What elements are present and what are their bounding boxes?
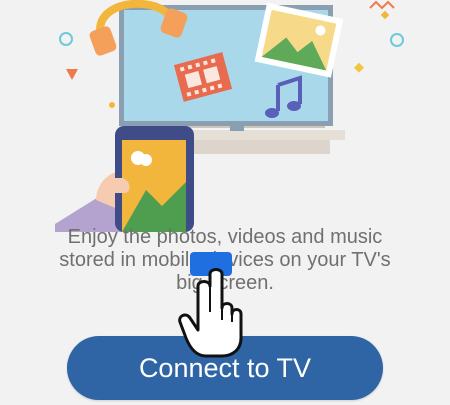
tv-cabinet bbox=[190, 140, 330, 154]
intro-illustration bbox=[55, 0, 404, 232]
connect-to-tv-screen: Enjoy the photos, videos and music store… bbox=[0, 0, 450, 405]
thumb-icon bbox=[101, 178, 130, 193]
connect-to-tv-button[interactable]: Connect to TV bbox=[67, 336, 383, 400]
smartphone-icon bbox=[115, 126, 194, 232]
intro-description: Enjoy the photos, videos and music store… bbox=[59, 226, 391, 294]
